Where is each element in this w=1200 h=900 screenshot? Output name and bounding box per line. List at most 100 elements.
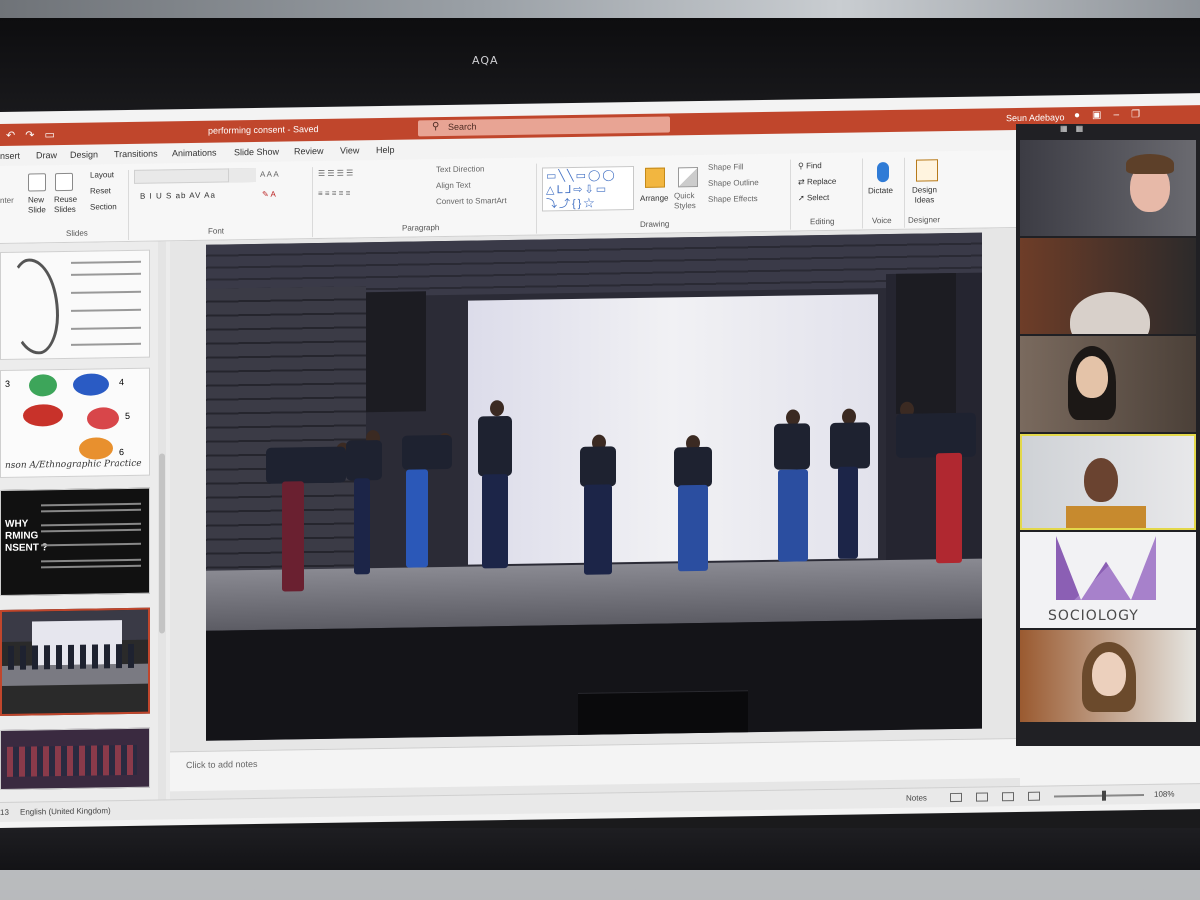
ribbon-display-icon[interactable]: ▣: [1092, 110, 1101, 121]
tab-animations[interactable]: Animations: [172, 148, 217, 159]
tab-slide-show[interactable]: Slide Show: [234, 147, 279, 158]
tab-review[interactable]: Review: [294, 146, 324, 156]
desk: [0, 870, 1200, 900]
scrollbar-thumb[interactable]: [159, 453, 165, 634]
select-button[interactable]: ➚ Select: [798, 193, 829, 202]
replace-button[interactable]: ⇄ Replace: [798, 177, 836, 187]
reuse-slides-icon[interactable]: [55, 172, 73, 192]
present-icon[interactable]: ▭: [44, 128, 54, 141]
undo-icon[interactable]: ↶: [6, 129, 15, 142]
number-label: 3: [5, 378, 11, 389]
text-line: [71, 326, 141, 330]
participant-face: [1070, 292, 1150, 334]
slideshow-view-icon[interactable]: [1028, 791, 1040, 801]
document-title[interactable]: performing consent - Saved: [208, 124, 319, 136]
participant-tile-1[interactable]: [1020, 140, 1196, 236]
participant-tile-2[interactable]: [1020, 238, 1196, 334]
group-label-slides: Slides: [66, 228, 88, 238]
quick-styles-button[interactable]: Quick Styles: [674, 191, 696, 211]
layout-button[interactable]: Layout: [90, 170, 114, 179]
text-line: [71, 342, 141, 346]
section-button[interactable]: Section: [90, 202, 117, 211]
font-format-buttons[interactable]: B I U S ab AV Aa: [140, 191, 216, 201]
zoom-slider-thumb[interactable]: [1101, 790, 1106, 801]
slide-thumbnail-2[interactable]: 3 4 5 6 nson A/Ethnographic Practice: [0, 367, 150, 478]
slide-thumbnail-current[interactable]: [0, 607, 150, 716]
tab-help[interactable]: Help: [376, 145, 395, 155]
convert-smartart-button[interactable]: Convert to SmartArt: [436, 196, 507, 206]
tab-view[interactable]: View: [340, 145, 359, 155]
arrange-icon[interactable]: [645, 167, 665, 188]
thumbnail-performers: [8, 643, 138, 670]
microphone-icon[interactable]: [877, 162, 889, 183]
ribbon-separator: [128, 169, 129, 240]
align-text-button[interactable]: Align Text: [436, 181, 471, 191]
arrange-button[interactable]: Arrange: [640, 193, 668, 202]
tab-draw[interactable]: Draw: [36, 150, 57, 160]
reset-button[interactable]: Reset: [90, 186, 111, 195]
text-line: [41, 528, 141, 533]
thumbnails-scrollbar[interactable]: [158, 241, 166, 802]
text-line: [71, 260, 141, 264]
align-icons[interactable]: ≡ ≡ ≡ ≡ ≡: [318, 188, 350, 198]
shape-effects-button[interactable]: Shape Effects: [708, 194, 758, 204]
slide-thumbnail-1[interactable]: [0, 249, 150, 360]
notes-pane[interactable]: Click to add notes: [170, 737, 1020, 792]
slide-thumbnail-5[interactable]: [0, 727, 150, 790]
new-slide-button[interactable]: New Slide: [28, 195, 46, 215]
grid-icon[interactable]: ▦: [1076, 124, 1084, 138]
tab-transitions[interactable]: Transitions: [114, 149, 158, 160]
group-label-paragraph: Paragraph: [402, 223, 440, 233]
design-ideas-button[interactable]: Design Ideas: [912, 185, 937, 205]
tab-insert[interactable]: nsert: [0, 151, 20, 161]
shape-fill-button[interactable]: Shape Fill: [708, 162, 744, 172]
select-icon: ➚: [798, 193, 807, 203]
center-bubble: [23, 404, 63, 427]
participant-tile-6[interactable]: [1020, 630, 1196, 722]
group-label-voice: Voice: [872, 215, 892, 226]
slide-sorter-icon[interactable]: [976, 792, 988, 802]
find-button[interactable]: ⚲ Find: [798, 161, 822, 170]
slide-editor: Click to add notes: [170, 227, 1020, 806]
participant-tile-3[interactable]: [1020, 336, 1196, 432]
replace-icon: ⇄: [798, 177, 807, 187]
text-direction-button[interactable]: Text Direction: [436, 164, 484, 174]
language-indicator[interactable]: English (United Kingdom): [20, 806, 111, 816]
participant-tile-5[interactable]: SOCIOLOGY: [1020, 532, 1196, 628]
restore-icon[interactable]: ❐: [1131, 109, 1140, 120]
find-icon: ⚲: [798, 161, 807, 171]
avatar[interactable]: ●: [1074, 110, 1080, 121]
reading-view-icon[interactable]: [1002, 792, 1014, 802]
font-size-box[interactable]: [228, 167, 256, 183]
new-slide-icon[interactable]: [28, 173, 46, 192]
thumbnail-performers: [7, 744, 137, 777]
search-input[interactable]: ⚲ Search: [418, 116, 670, 137]
participant-tile-4-active[interactable]: [1020, 434, 1196, 530]
text-line: [41, 522, 141, 527]
minimize-icon[interactable]: –: [1114, 109, 1120, 120]
shapes-gallery[interactable]: ▭╲╲▭◯◯ △ᒪᒧ⇨⇩▭ ⤵⤴{}☆: [542, 166, 634, 212]
redo-icon[interactable]: ↷: [25, 128, 34, 141]
text-line: [71, 290, 141, 294]
current-slide[interactable]: [206, 232, 982, 741]
tab-design[interactable]: Design: [70, 149, 98, 159]
highlight-color-icon[interactable]: ✎ A: [262, 190, 276, 199]
zoom-level[interactable]: 108%: [1154, 790, 1174, 799]
slide-thumbnails-pane: 3 4 5 6 nson A/Ethnographic Practice WHY…: [0, 241, 170, 805]
font-grow-shrink[interactable]: A A A: [260, 170, 279, 179]
dictate-button[interactable]: Dictate: [868, 186, 893, 195]
quick-styles-icon[interactable]: [678, 167, 698, 188]
normal-view-icon[interactable]: [950, 792, 962, 803]
user-name[interactable]: Seun Adebayo: [1006, 112, 1065, 123]
text-line: [71, 272, 141, 276]
notes-toggle-button[interactable]: Notes: [906, 793, 927, 802]
bullets-icon[interactable]: ☰ ☰ ☰ ☰: [318, 168, 353, 178]
gallery-view-icon[interactable]: ▦: [1060, 124, 1068, 138]
reuse-slides-button[interactable]: Reuse Slides: [54, 195, 77, 215]
video-panel-controls: ▦ ▦: [1016, 124, 1200, 138]
shape-outline-button[interactable]: Shape Outline: [708, 178, 759, 188]
zoom-slider[interactable]: [1054, 794, 1144, 798]
slide-thumbnail-3[interactable]: WHY RMING NSENT ?: [0, 487, 150, 596]
paste-label[interactable]: nter: [0, 196, 14, 205]
design-ideas-icon[interactable]: [916, 159, 938, 182]
